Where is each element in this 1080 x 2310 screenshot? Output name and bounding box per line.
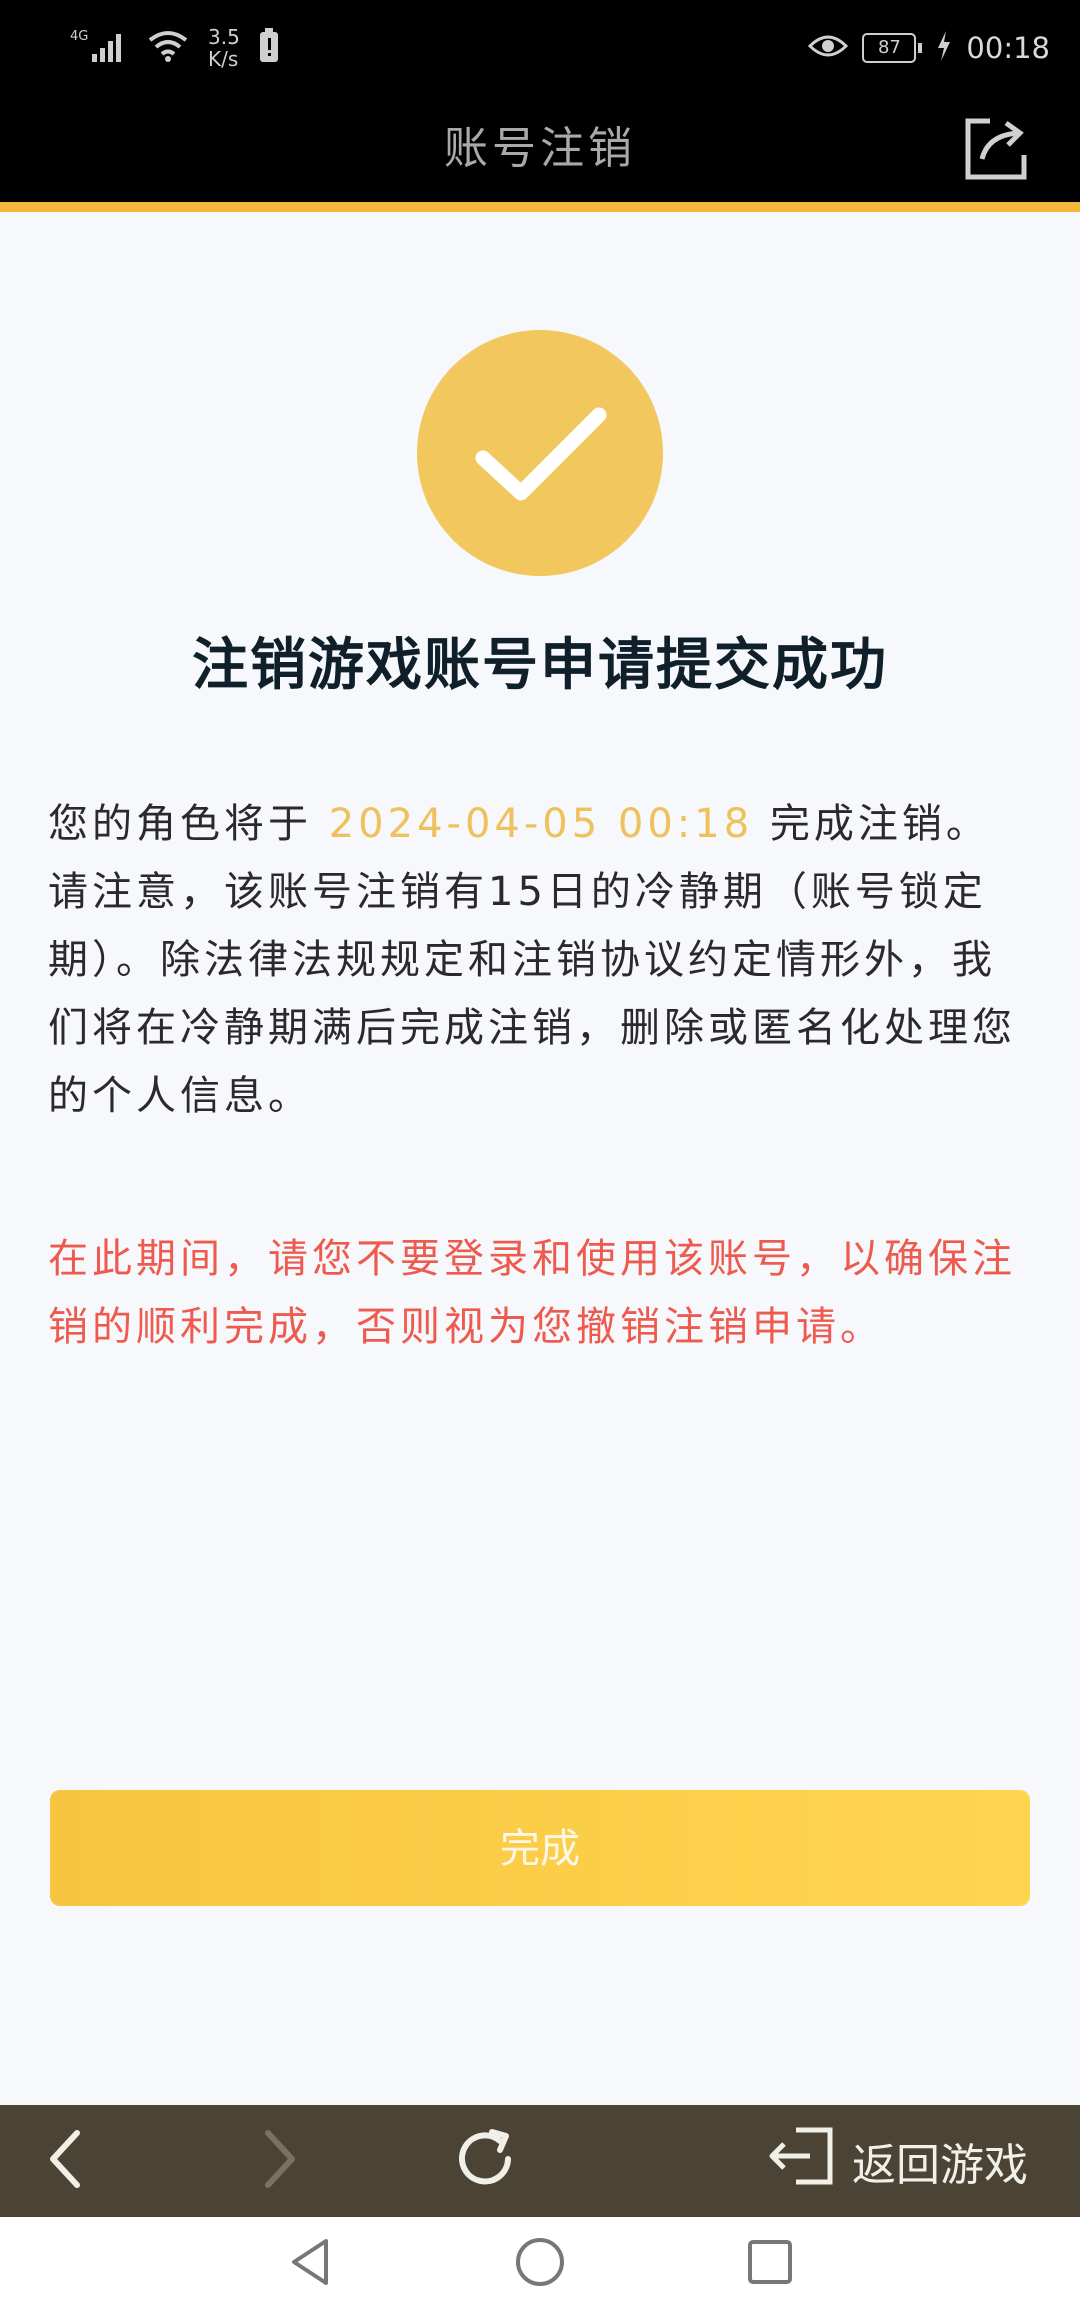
forward-button[interactable] (245, 2105, 315, 2217)
status-time: 00:18 (966, 31, 1050, 65)
system-back-button[interactable] (280, 2217, 340, 2310)
success-badge (417, 330, 663, 576)
cellular-signal-icon: 4G (70, 26, 128, 70)
refresh-icon (450, 2124, 520, 2198)
speed-value: 3.5 (208, 25, 240, 49)
battery-level: 87 (862, 33, 917, 63)
page-title: 账号注销 (444, 123, 636, 174)
warning-text: 在此期间，请您不要登录和使用该账号，以确保注销的顺利完成，否则视为您撤销注销申请… (48, 1236, 1016, 1350)
refresh-button[interactable] (445, 2105, 525, 2217)
battery-tip (918, 43, 923, 53)
charging-bolt-icon (936, 31, 952, 65)
done-button[interactable]: 完成 (50, 1790, 1030, 1906)
system-home-button[interactable] (510, 2217, 570, 2310)
title-bar: 账号注销 (0, 95, 1080, 202)
eye-icon (808, 32, 849, 64)
back-button[interactable] (30, 2105, 100, 2217)
header-accent-line (0, 202, 1080, 212)
status-left: 4G 3.5 K/s (70, 18, 280, 78)
system-recents-button[interactable] (740, 2217, 800, 2310)
success-title: 注销游戏账号申请提交成功 (192, 633, 888, 698)
return-to-game-button[interactable]: 返回游戏 (766, 2105, 1028, 2217)
network-speed: 3.5 K/s (208, 26, 240, 70)
network-type-label: 4G (70, 29, 88, 44)
screen: 4G 3.5 K/s 87 00:18 账号注销 注销游戏账号申请提交成功 您的… (0, 0, 1080, 2310)
battery-alert-icon (258, 28, 280, 68)
status-bar: 4G 3.5 K/s 87 00:18 (0, 0, 1080, 95)
completion-date: 2024-04-05 00:18 (328, 801, 754, 847)
circle-home-icon (514, 2236, 566, 2292)
square-recents-icon (746, 2238, 794, 2290)
chevron-left-icon (45, 2129, 85, 2193)
battery-indicator: 87 (862, 33, 923, 63)
browser-toolbar: 返回游戏 (0, 2105, 1080, 2217)
description-suffix: 完成注销。请注意，该账号注销有15日的冷静期（账号锁定期）。除法律法规规定和注销… (48, 801, 1016, 1119)
wifi-icon (146, 28, 190, 68)
share-button[interactable] (960, 113, 1032, 185)
chevron-right-icon (260, 2129, 300, 2193)
status-right: 87 00:18 (808, 18, 1050, 78)
checkmark-icon (417, 407, 663, 580)
share-icon (960, 118, 1032, 189)
return-to-game-label: 返回游戏 (852, 2140, 1028, 2191)
description-prefix: 您的角色将于 (48, 801, 329, 847)
speed-unit: K/s (208, 47, 239, 71)
cancellation-description: 您的角色将于 2024-04-05 00:18 完成注销。请注意，该账号注销有1… (48, 790, 1032, 1130)
triangle-back-icon (288, 2237, 332, 2291)
exit-icon (766, 2124, 838, 2199)
system-nav-bar (0, 2217, 1080, 2310)
